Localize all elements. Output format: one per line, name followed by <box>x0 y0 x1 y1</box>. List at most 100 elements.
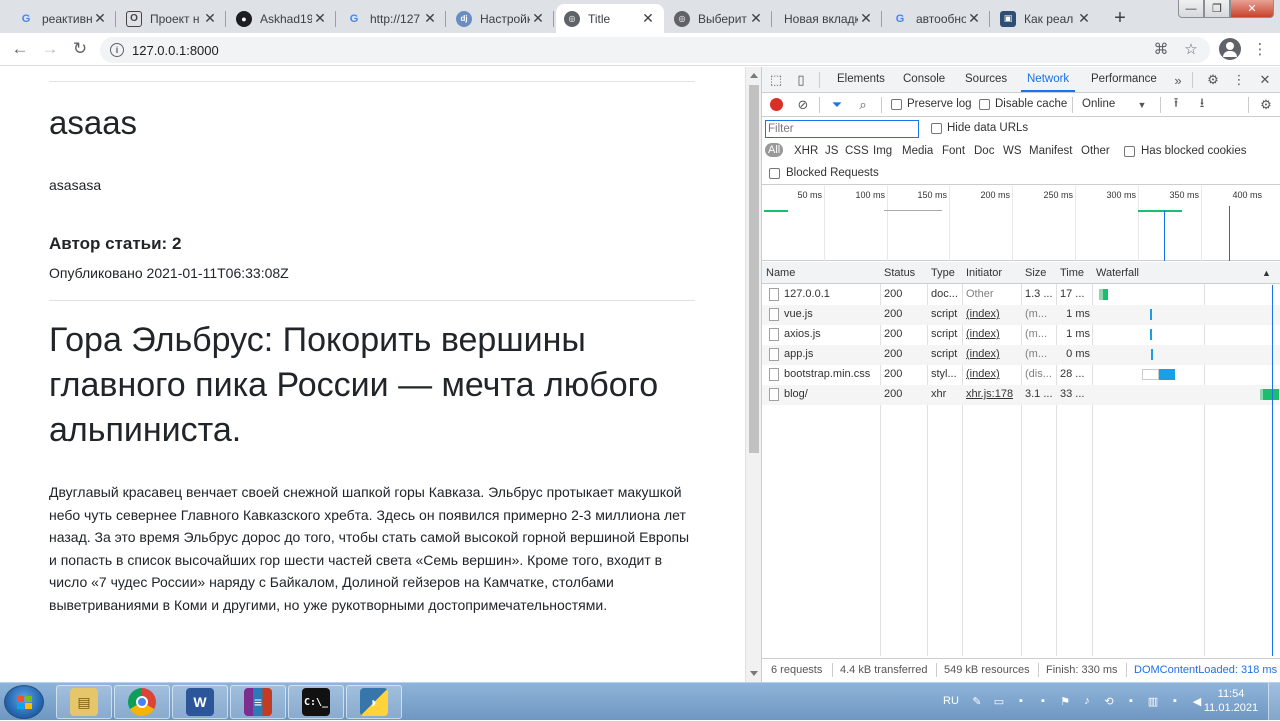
hide-data-urls-checkbox[interactable] <box>931 123 942 134</box>
address-bar[interactable]: i 127.0.0.1:8000 <box>100 37 1210 63</box>
scroll-down-icon[interactable] <box>750 671 758 676</box>
bookmark-star-icon[interactable]: ☆ <box>1180 38 1202 60</box>
show-desktop-button[interactable] <box>1268 683 1280 721</box>
restore-button[interactable]: ❐ <box>1204 0 1230 18</box>
close-tab-icon[interactable]: ✕ <box>92 10 108 27</box>
minimize-button[interactable]: — <box>1178 0 1204 18</box>
flag-icon[interactable]: ⚑ <box>1058 694 1072 708</box>
close-tab-icon[interactable]: ✕ <box>748 10 764 27</box>
dropdown-arrow-icon[interactable]: ▼ <box>1134 97 1150 113</box>
col-initiator[interactable]: Initiator <box>966 267 1002 279</box>
col-type[interactable]: Type <box>931 267 955 279</box>
device-toolbar-icon[interactable]: ▯ <box>793 72 809 88</box>
close-tab-icon[interactable]: ✕ <box>312 10 328 27</box>
network-overview[interactable]: 50 ms 100 ms 150 ms 200 ms 250 ms 300 ms… <box>762 186 1280 261</box>
settings-gear-icon[interactable]: ⚙ <box>1205 72 1221 88</box>
table-row[interactable]: bootstrap.min.css 200 styl... (index) (d… <box>762 365 1280 385</box>
close-tab-icon[interactable]: ✕ <box>530 10 546 27</box>
taskbar-cmd[interactable]: C:\_ <box>288 685 344 719</box>
browser-tab[interactable]: G автообно ✕ <box>884 4 990 33</box>
tab-network[interactable]: Network <box>1020 73 1076 92</box>
profile-avatar-icon[interactable] <box>1219 38 1241 60</box>
filter-type-media[interactable]: Media <box>902 145 933 157</box>
request-initiator-link[interactable]: (index) <box>966 308 1000 320</box>
taskbar-winrar[interactable]: ≡ <box>230 685 286 719</box>
browser-tab-active[interactable]: ◎ Title ✕ <box>556 4 664 33</box>
table-row[interactable]: vue.js 200 script (index) (m... 1 ms <box>762 305 1280 325</box>
col-size[interactable]: Size <box>1025 267 1046 279</box>
tray-app-icon[interactable]: ✎ <box>970 694 984 708</box>
browser-tab[interactable]: ◎ Выберит ✕ <box>666 4 772 33</box>
col-name[interactable]: Name <box>766 267 795 279</box>
monitor-icon[interactable]: ▭ <box>992 694 1006 708</box>
filter-type-doc[interactable]: Doc <box>974 145 994 157</box>
import-har-icon[interactable]: ⭱ <box>1168 95 1184 113</box>
filter-type-font[interactable]: Font <box>942 145 965 157</box>
tab-sources[interactable]: Sources <box>965 73 1007 85</box>
menu-dots-icon[interactable]: ⋮ <box>1249 38 1271 60</box>
tab-elements[interactable]: Elements <box>837 73 885 85</box>
request-initiator-link[interactable]: (index) <box>966 368 1000 380</box>
throttling-select[interactable]: Online <box>1082 98 1115 110</box>
filter-type-xhr[interactable]: XHR <box>794 145 818 157</box>
browser-tab[interactable]: Новая вкладк ✕ <box>774 4 882 33</box>
tab-performance[interactable]: Performance <box>1091 73 1157 85</box>
filter-type-js[interactable]: JS <box>825 145 838 157</box>
filter-type-all[interactable]: All <box>765 143 784 157</box>
taskbar-word[interactable]: W <box>172 685 228 719</box>
tray-app-icon[interactable]: ▪ <box>1014 694 1028 708</box>
network-icon[interactable]: ▥ <box>1146 694 1160 708</box>
table-row[interactable]: app.js 200 script (index) (m... 0 ms <box>762 345 1280 365</box>
blocked-cookies-checkbox[interactable] <box>1124 146 1135 157</box>
reload-button[interactable]: ↻ <box>68 37 92 61</box>
more-tabs-icon[interactable]: » <box>1170 72 1186 88</box>
request-initiator-link[interactable]: (index) <box>966 348 1000 360</box>
back-button[interactable]: ← <box>8 37 32 61</box>
disable-cache-checkbox[interactable] <box>979 99 990 110</box>
filter-type-ws[interactable]: WS <box>1003 145 1022 157</box>
filter-type-css[interactable]: CSS <box>845 145 869 157</box>
blocked-requests-checkbox[interactable] <box>769 168 780 179</box>
language-indicator[interactable]: RU <box>942 694 960 708</box>
inspect-element-icon[interactable]: ⬚ <box>768 72 784 88</box>
col-time[interactable]: Time <box>1060 267 1084 279</box>
col-status[interactable]: Status <box>884 267 915 279</box>
close-tab-icon[interactable]: ✕ <box>858 10 874 27</box>
filter-funnel-icon[interactable]: ⏷ <box>829 97 845 113</box>
request-initiator-link[interactable]: xhr.js:178 <box>966 388 1013 400</box>
close-tab-icon[interactable]: ✕ <box>1076 10 1092 27</box>
table-row[interactable]: 127.0.0.1 200 doc... Other 1.3 ... 17 ..… <box>762 285 1280 305</box>
taskbar-chrome[interactable] <box>114 685 170 719</box>
info-icon[interactable]: i <box>110 43 124 57</box>
browser-tab[interactable]: O Проект н ✕ <box>118 4 226 33</box>
tray-app-icon[interactable]: ▪ <box>1036 694 1050 708</box>
tray-app-icon[interactable]: ▪ <box>1124 694 1138 708</box>
tray-app-icon[interactable]: ▪ <box>1168 694 1182 708</box>
browser-tab[interactable]: G реактивн ✕ <box>10 4 116 33</box>
table-row[interactable]: blog/ 200 xhr xhr.js:178 3.1 ... 33 ... <box>762 385 1280 405</box>
taskbar-python[interactable]: ◗ <box>346 685 402 719</box>
close-tab-icon[interactable]: ✕ <box>966 10 982 27</box>
filter-input[interactable]: Filter <box>765 120 919 138</box>
browser-tab[interactable]: ● Askhad19 ✕ <box>228 4 336 33</box>
table-row[interactable]: axios.js 200 script (index) (m... 1 ms <box>762 325 1280 345</box>
close-devtools-icon[interactable]: ✕ <box>1257 72 1273 88</box>
forward-button[interactable]: → <box>38 37 62 61</box>
volume-icon[interactable]: ♪ <box>1080 694 1094 708</box>
filter-type-img[interactable]: Img <box>873 145 892 157</box>
new-tab-button[interactable]: + <box>1108 6 1132 30</box>
clock[interactable]: 11:54 11.01.2021 <box>1203 687 1259 715</box>
export-har-icon[interactable]: ⭳ <box>1194 95 1210 113</box>
record-icon[interactable] <box>770 98 783 111</box>
network-settings-icon[interactable]: ⚙ <box>1258 97 1274 113</box>
browser-tab[interactable]: G http://127 ✕ <box>338 4 446 33</box>
close-tab-icon[interactable]: ✕ <box>640 10 656 27</box>
close-window-button[interactable]: ✕ <box>1230 0 1274 18</box>
close-tab-icon[interactable]: ✕ <box>202 10 218 27</box>
sync-icon[interactable]: ⟲ <box>1102 694 1116 708</box>
browser-tab[interactable]: ▣ Как реал ✕ <box>992 4 1100 33</box>
col-waterfall[interactable]: Waterfall <box>1096 267 1139 279</box>
customize-dots-icon[interactable]: ⋮ <box>1231 72 1247 88</box>
preserve-log-checkbox[interactable] <box>891 99 902 110</box>
filter-type-other[interactable]: Other <box>1081 145 1110 157</box>
